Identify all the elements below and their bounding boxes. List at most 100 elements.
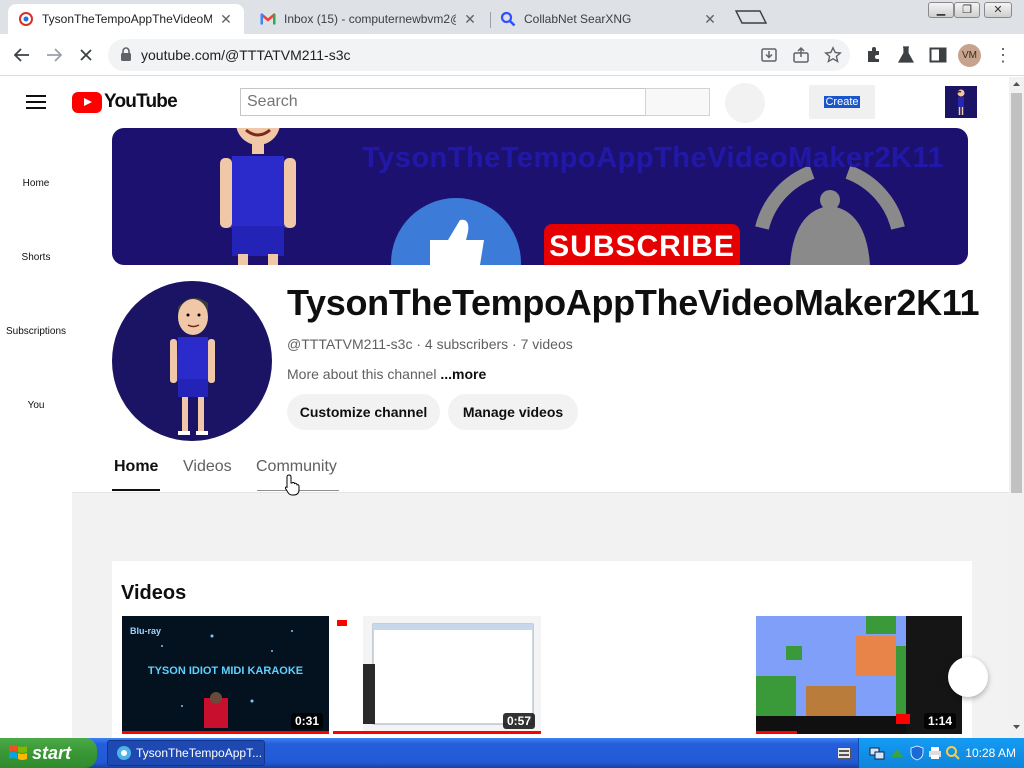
youtube-favicon-icon xyxy=(18,11,34,27)
search-button[interactable] xyxy=(645,88,710,116)
taskbar-window-title: TysonTheTempoAppT... xyxy=(136,746,263,760)
thumbnail-title-text: TYSON IDIOT MIDI KARAOKE xyxy=(147,665,304,677)
system-tray: 10:28 AM xyxy=(837,738,1024,768)
guide-item-you[interactable]: You xyxy=(0,400,72,411)
start-button[interactable]: start xyxy=(0,738,97,768)
shelf-next-button[interactable] xyxy=(948,657,988,697)
create-button[interactable]: Create xyxy=(809,85,875,119)
avatar-figure-icon xyxy=(956,89,965,115)
active-tab-indicator xyxy=(112,489,160,491)
page-scrollbar[interactable] xyxy=(1009,77,1024,738)
lock-icon xyxy=(121,47,131,61)
windows-logo-icon xyxy=(9,745,27,760)
video-duration: 0:57 xyxy=(502,713,535,729)
video-thumbnail-1[interactable]: Blu-ray TYSON IDIOT MIDI KARAOKE 0:31 xyxy=(122,616,329,734)
tab-gmail-inbox[interactable]: Inbox (15) - computernewbvm2@g ✕ xyxy=(250,4,488,34)
browser-app-icon xyxy=(117,746,131,760)
security-shield-icon[interactable] xyxy=(909,745,925,761)
search-input[interactable] xyxy=(240,88,645,116)
bookmark-star-icon[interactable] xyxy=(824,46,842,64)
youtube-logo[interactable]: YouTube xyxy=(72,91,178,113)
scroll-up-icon[interactable] xyxy=(1009,77,1024,91)
lab-flask-icon[interactable] xyxy=(896,45,916,65)
tab-searxng[interactable]: CollabNet SearXNG ✕ xyxy=(490,4,728,34)
create-label: Create xyxy=(824,96,860,108)
arrow-left-icon xyxy=(14,48,29,62)
banner-subscribe-graphic: SUBSCRIBE xyxy=(544,224,740,265)
tab-videos[interactable]: Videos xyxy=(183,458,232,476)
back-button[interactable] xyxy=(9,42,35,68)
printer-icon[interactable] xyxy=(927,745,943,761)
minimize-window-button[interactable]: ▁ xyxy=(928,2,954,18)
youtube-masthead: YouTube Create xyxy=(0,77,1009,127)
browser-toolbar: youtube.com/@TTTATVM211-s3c VM ⋮ xyxy=(0,34,1024,76)
channel-avatar-figure xyxy=(170,297,215,435)
taskbar-window-button[interactable]: TysonTheTempoAppT... xyxy=(107,740,265,766)
hand-pointer-cursor-icon xyxy=(284,474,300,496)
channel-title: TysonTheTempoAppTheVideoMaker2K11 xyxy=(287,282,980,323)
keyboard-icon[interactable] xyxy=(837,747,851,759)
voice-search-button[interactable] xyxy=(725,83,765,123)
manage-videos-button[interactable]: Manage videos xyxy=(448,394,578,430)
stop-loading-button[interactable] xyxy=(73,42,99,68)
address-url: youtube.com/@TTTATVM211-s3c xyxy=(141,47,351,63)
guide-item-subscriptions[interactable]: Subscriptions xyxy=(0,326,72,337)
close-window-button[interactable]: ✕ xyxy=(984,2,1012,18)
address-bar[interactable]: youtube.com/@TTTATVM211-s3c xyxy=(108,39,850,71)
tab-title: CollabNet SearXNG xyxy=(524,12,632,26)
banner-channel-name: TysonTheTempoAppTheVideoMaker2K11 xyxy=(362,142,945,174)
watch-progress-bar xyxy=(756,731,798,734)
search-favicon-icon xyxy=(500,11,516,27)
youtube-logo-text: YouTube xyxy=(104,91,178,112)
customize-channel-button[interactable]: Customize channel xyxy=(287,394,440,430)
forward-button[interactable] xyxy=(41,42,67,68)
channel-banner: TysonTheTempoAppTheVideoMaker2K11 SUBSCR… xyxy=(112,128,968,265)
tabs-divider xyxy=(72,492,1009,493)
scrollbar-thumb[interactable] xyxy=(1011,93,1022,493)
stop-icon xyxy=(80,49,92,61)
video-duration: 0:31 xyxy=(290,713,323,729)
tab-title: Inbox (15) - computernewbvm2@g xyxy=(284,12,456,26)
tab-home[interactable]: Home xyxy=(114,458,158,476)
browser-profile-avatar[interactable]: VM xyxy=(958,44,981,67)
watch-progress-bar xyxy=(122,731,329,734)
browser-menu-icon[interactable]: ⋮ xyxy=(994,44,1012,66)
videos-shelf-heading[interactable]: Videos xyxy=(121,582,186,605)
account-avatar[interactable] xyxy=(945,86,977,118)
more-link[interactable]: ...more xyxy=(436,366,486,382)
video-thumbnail-3[interactable]: 1:14 xyxy=(756,616,962,734)
gmail-icon xyxy=(260,11,276,27)
windows-taskbar: start TysonTheTempoAppT... 10:28 AM xyxy=(0,738,1024,768)
svg-text:Blu-ray: Blu-ray xyxy=(130,626,161,636)
extensions-puzzle-icon[interactable] xyxy=(864,45,884,65)
side-panel-icon[interactable] xyxy=(928,45,948,65)
guide-item-home[interactable]: Home xyxy=(0,178,72,189)
guide-menu-icon[interactable] xyxy=(26,95,46,109)
arrow-right-icon xyxy=(47,48,62,62)
maximize-window-button[interactable]: ❐ xyxy=(954,2,980,18)
taskbar-clock[interactable]: 10:28 AM xyxy=(965,746,1016,760)
install-app-icon[interactable] xyxy=(760,46,778,64)
tab-close-icon[interactable]: ✕ xyxy=(462,11,478,28)
videos-shelf: Videos Blu-ray TYSON IDIOT MIDI KARAOKE … xyxy=(112,561,972,738)
tab-close-icon[interactable]: ✕ xyxy=(218,11,234,28)
network-icon[interactable] xyxy=(869,745,885,761)
video-thumbnail-2[interactable]: 0:57 xyxy=(333,616,541,734)
channel-about-link[interactable]: More about this channel ...more xyxy=(287,366,486,382)
watch-progress-bar xyxy=(333,731,541,734)
channel-metadata: @TTTATVM211-s3c · 4 subscribers · 7 vide… xyxy=(287,336,573,352)
video-duration: 1:14 xyxy=(923,713,956,729)
tab-title: TysonTheTempoAppTheVideoMaker... xyxy=(42,12,212,26)
start-label: start xyxy=(32,742,72,763)
search-tray-icon[interactable] xyxy=(945,745,961,761)
channel-avatar[interactable] xyxy=(112,281,272,441)
youtube-play-icon xyxy=(72,91,102,113)
youtube-page: YouTube Create Home Shorts Subscriptions… xyxy=(0,77,1024,738)
new-tab-icon[interactable] xyxy=(734,8,768,26)
tab-youtube-channel[interactable]: TysonTheTempoAppTheVideoMaker... ✕ xyxy=(8,4,244,34)
share-icon[interactable] xyxy=(792,46,810,64)
guide-item-shorts[interactable]: Shorts xyxy=(0,252,72,263)
safely-remove-icon[interactable] xyxy=(889,745,905,761)
scroll-down-icon[interactable] xyxy=(1009,720,1024,734)
tab-close-icon[interactable]: ✕ xyxy=(702,11,718,28)
